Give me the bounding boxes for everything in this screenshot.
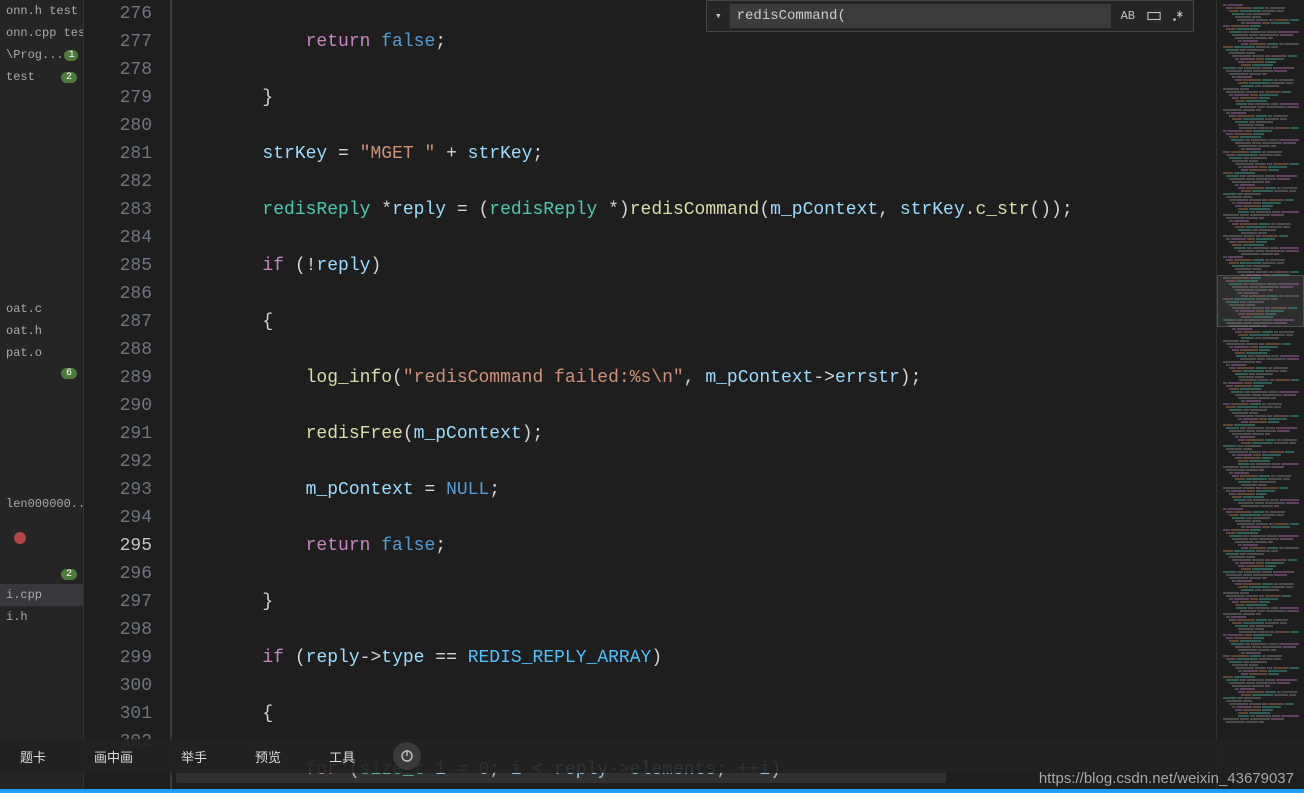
video-toolbar: 题卡 画中画 举手 预览 工具 <box>0 739 1304 773</box>
line-number: 282 <box>84 168 152 196</box>
file-label: len000000... <box>6 497 83 511</box>
file-label: pat.o <box>6 346 42 360</box>
code-line: { <box>176 700 1216 728</box>
change-badge: 2 <box>61 569 77 580</box>
code-line: } <box>176 84 1216 112</box>
toolbar-tools[interactable]: 工具 <box>319 741 365 772</box>
toolbar-raise-hand[interactable]: 举手 <box>171 741 217 772</box>
line-number-current: 295 <box>84 532 152 560</box>
line-number: 294 <box>84 504 152 532</box>
code-line: strKey = "MGET " + strKey; <box>176 140 1216 168</box>
toolbar-answer-card[interactable]: 题卡 <box>10 741 56 772</box>
code-line: if (!reply) <box>176 252 1216 280</box>
file-label: \Prog... <box>6 48 64 62</box>
line-number: 293 <box>84 476 152 504</box>
line-number: 300 <box>84 672 152 700</box>
line-number: 288 <box>84 336 152 364</box>
file-label: oat.c <box>6 302 42 316</box>
power-icon[interactable] <box>393 742 421 770</box>
line-number: 281 <box>84 140 152 168</box>
line-number: 284 <box>84 224 152 252</box>
code-line: if (reply->type == REDIS_REPLY_ARRAY) <box>176 644 1216 672</box>
file-label: onn.h test <box>6 4 78 18</box>
line-number: 299 <box>84 644 152 672</box>
line-number: 290 <box>84 392 152 420</box>
line-number: 291 <box>84 420 152 448</box>
code-line: { <box>176 308 1216 336</box>
line-number: 301 <box>84 700 152 728</box>
line-number: 286 <box>84 280 152 308</box>
sidebar-item[interactable]: pat.o <box>0 342 83 364</box>
code-line: redisReply *reply = (redisReply *)redisC… <box>176 196 1216 224</box>
sidebar-item[interactable]: i.h <box>0 606 83 628</box>
sidebar-item[interactable]: oat.c <box>0 298 83 320</box>
sidebar-item[interactable]: 6 <box>0 364 83 383</box>
line-number: 277 <box>84 28 152 56</box>
change-badge: 1 <box>64 50 78 61</box>
sidebar-item[interactable]: onn.h test <box>0 0 83 22</box>
accent-bar <box>0 789 1304 793</box>
file-label: oat.h <box>6 324 42 338</box>
line-number: 287 <box>84 308 152 336</box>
code-line: } <box>176 588 1216 616</box>
sidebar-item[interactable]: onn.cpp test <box>0 22 83 44</box>
line-number: 279 <box>84 84 152 112</box>
line-number: 280 <box>84 112 152 140</box>
line-number: 283 <box>84 196 152 224</box>
watermark-text: https://blog.csdn.net/weixin_43679037 <box>1039 770 1294 787</box>
sidebar-item[interactable]: len000000... <box>0 493 83 515</box>
line-number: 285 <box>84 252 152 280</box>
change-badge: 6 <box>61 368 77 379</box>
line-number: 278 <box>84 56 152 84</box>
file-explorer-sidebar: onn.h test onn.cpp test \Prog...1 test2 … <box>0 0 84 793</box>
code-editor[interactable]: return false; } strKey = "MGET " + strKe… <box>176 0 1216 793</box>
line-number: 298 <box>84 616 152 644</box>
chevron-down-icon[interactable]: ▾ <box>713 7 724 25</box>
match-case-option[interactable]: AB <box>1117 7 1139 25</box>
code-line: log_info("redisCommand failed:%s\n", m_p… <box>176 364 1216 392</box>
line-number-gutter: 276 277 278 279 280 281 282 283 284 285 … <box>84 0 172 793</box>
find-widget[interactable]: ▾ AB <box>706 0 1194 32</box>
change-badge: 2 <box>61 72 77 83</box>
line-number: 297 <box>84 588 152 616</box>
sidebar-item[interactable]: 2 <box>0 565 83 584</box>
code-line: redisFree(m_pContext); <box>176 420 1216 448</box>
sidebar-item-active[interactable]: i.cpp <box>0 584 83 606</box>
file-label: onn.cpp test <box>6 26 83 40</box>
search-input[interactable] <box>730 4 1111 28</box>
file-label: i.h <box>6 610 28 624</box>
regex-icon[interactable] <box>1169 7 1187 25</box>
code-line: return false; <box>176 532 1216 560</box>
minimap-viewport[interactable] <box>1217 275 1304 327</box>
whole-word-icon[interactable] <box>1145 7 1163 25</box>
breakpoint-icon[interactable] <box>14 532 26 544</box>
line-number: 276 <box>84 0 152 28</box>
file-label: test <box>6 70 35 84</box>
file-label: i.cpp <box>6 588 42 602</box>
line-number: 289 <box>84 364 152 392</box>
sidebar-item[interactable]: \Prog...1 <box>0 44 83 66</box>
code-line: m_pContext = NULL; <box>176 476 1216 504</box>
toolbar-pip[interactable]: 画中画 <box>84 741 143 772</box>
sidebar-item[interactable]: oat.h <box>0 320 83 342</box>
minimap-content <box>1221 4 1300 789</box>
line-number: 292 <box>84 448 152 476</box>
sidebar-item[interactable]: test 2 <box>0 66 83 88</box>
minimap[interactable] <box>1216 0 1304 793</box>
line-number: 296 <box>84 560 152 588</box>
code-line: return false; <box>176 28 1216 56</box>
toolbar-preview[interactable]: 预览 <box>245 741 291 772</box>
